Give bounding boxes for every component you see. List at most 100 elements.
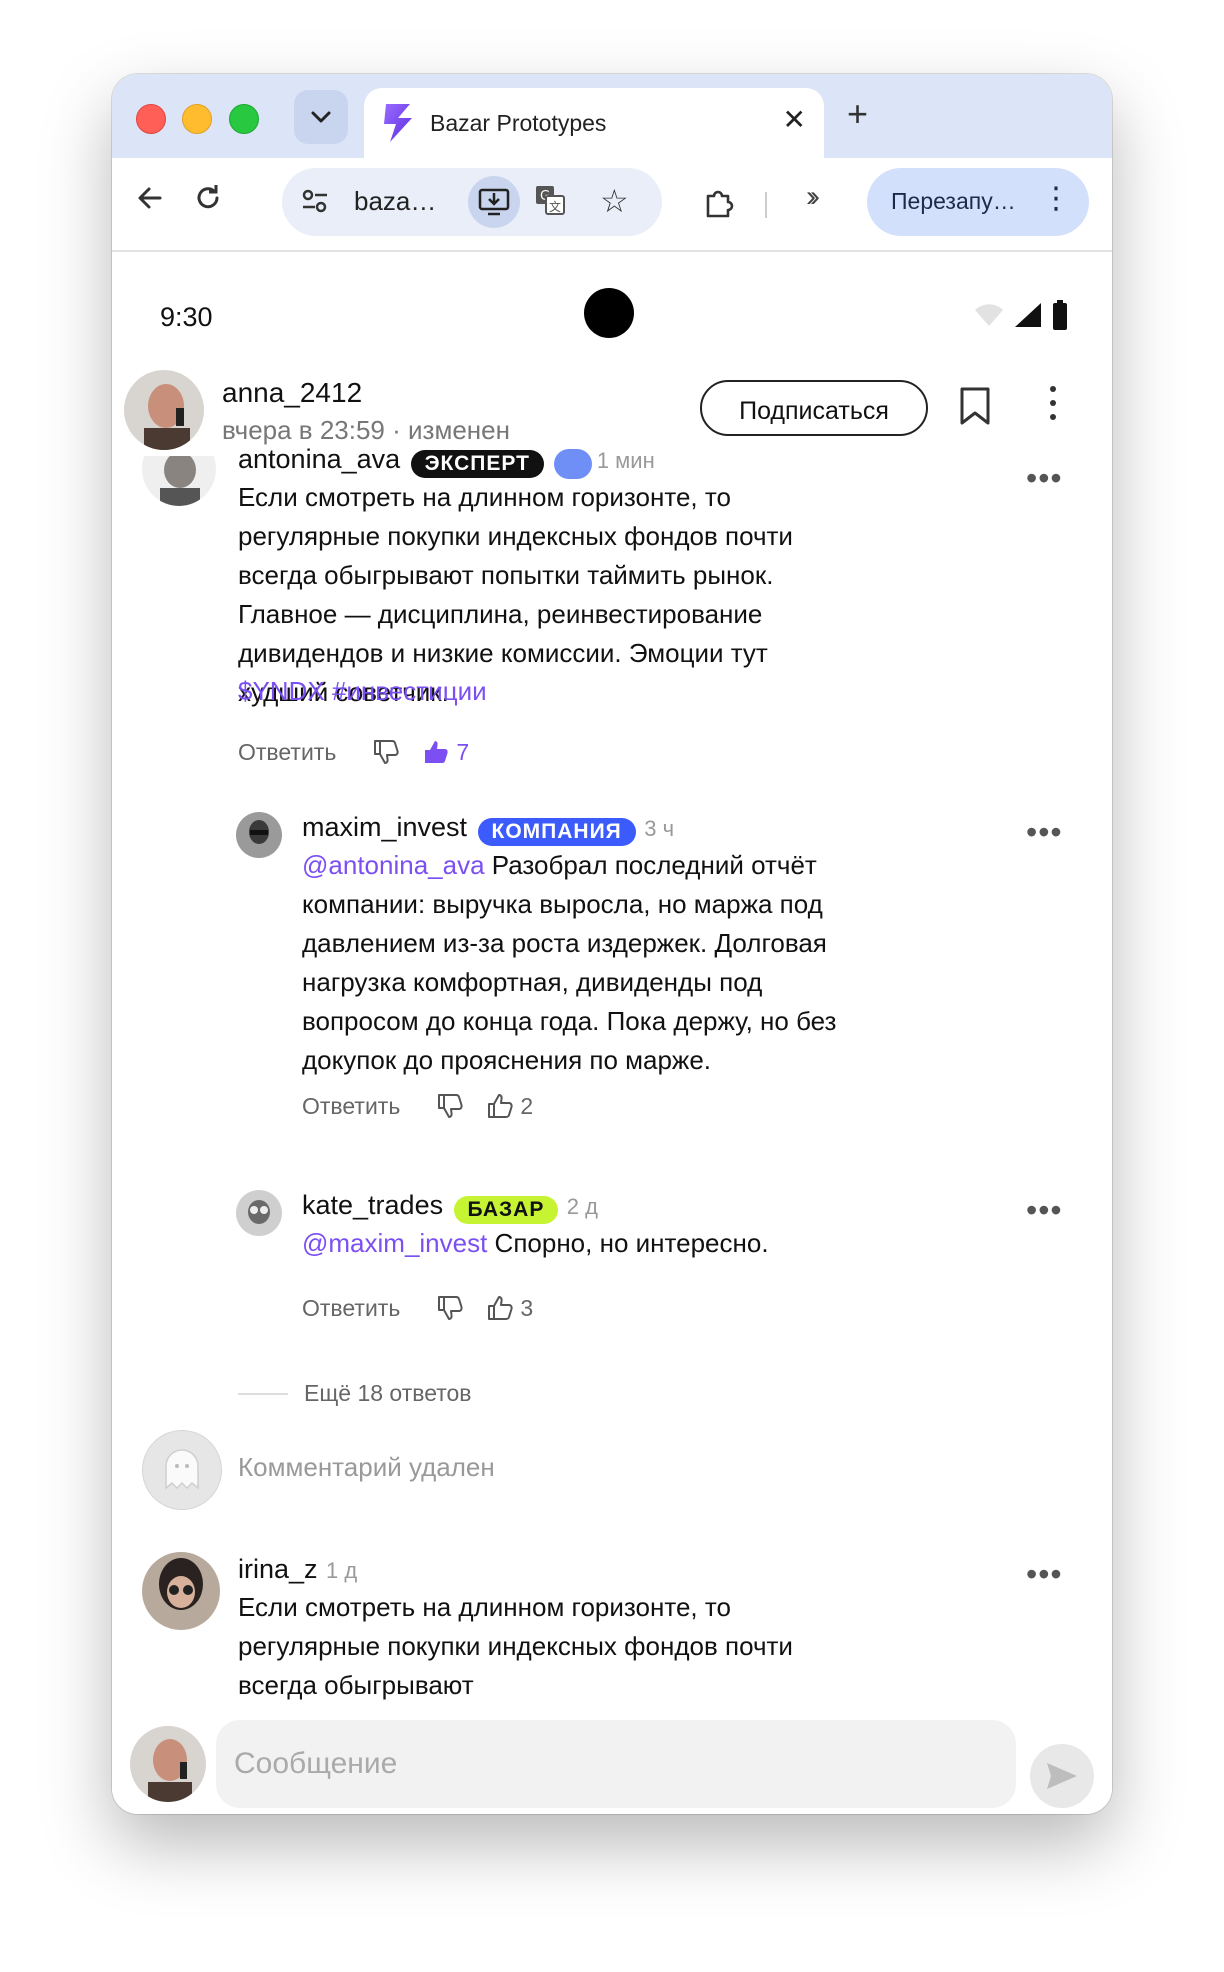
- post-more-icon[interactable]: [1050, 386, 1056, 420]
- bookmark-star-icon[interactable]: ☆: [600, 182, 629, 220]
- comment-more-icon[interactable]: •••: [1026, 1194, 1063, 1226]
- bookmark-icon[interactable]: [958, 386, 992, 426]
- page-content: 9:30 anna_2412 вчера в 23:59 · изменен П…: [112, 252, 1112, 1814]
- svg-text:文: 文: [549, 199, 561, 214]
- new-tab-button[interactable]: +: [847, 96, 868, 132]
- browser-toolbar: baza… G文 ☆ ›› Перезапу… ⋮: [112, 158, 1112, 252]
- comment-actions: Ответить 2: [302, 1092, 533, 1120]
- comment-header: irina_z 1 д: [238, 1554, 357, 1585]
- minimize-window-button[interactable]: [182, 104, 212, 134]
- reply-button[interactable]: Ответить: [302, 1295, 400, 1322]
- translate-icon[interactable]: G文: [534, 184, 566, 216]
- more-replies-link[interactable]: Ещё 18 ответов: [238, 1380, 472, 1407]
- expert-badge: ЭКСПЕРТ: [410, 449, 544, 478]
- comment-time: 3 ч: [644, 816, 675, 841]
- relaunch-label: Перезапу…: [891, 188, 1016, 214]
- close-tab-icon[interactable]: ✕: [783, 103, 806, 136]
- user-mention[interactable]: @antonina_ava: [302, 850, 485, 880]
- like-count: 2: [520, 1092, 534, 1119]
- comment-text: @maxim_invest Спорно, но интересно.: [302, 1228, 769, 1258]
- comment-actions: Ответить 7: [238, 738, 469, 766]
- chevron-down-icon: [311, 111, 331, 123]
- ghost-avatar-icon: [142, 1430, 222, 1510]
- comment-actions: Ответить 3: [302, 1294, 533, 1322]
- subscribe-button[interactable]: Подписаться: [700, 380, 928, 436]
- avatar[interactable]: [130, 1726, 206, 1802]
- thread-line: [238, 1392, 288, 1395]
- site-settings-icon[interactable]: [300, 186, 330, 216]
- comment-more-icon[interactable]: •••: [1026, 816, 1063, 848]
- comment-time: 1 д: [326, 1558, 358, 1583]
- comment-more-icon[interactable]: •••: [1026, 1558, 1063, 1590]
- status-icons: [974, 300, 1068, 330]
- post-author-name[interactable]: anna_2412: [222, 377, 362, 409]
- comment-reply-item: kate_trades БАЗАР 2 д ••• @maxim_invest …: [112, 1190, 1112, 1330]
- more-replies-label: Ещё 18 ответов: [304, 1380, 472, 1406]
- like-icon: [488, 1296, 513, 1320]
- comment-reply-item: maxim_invest КОМПАНИЯ 3 ч ••• @antonina_…: [112, 812, 1112, 1132]
- dislike-icon[interactable]: [436, 1092, 464, 1120]
- more-vertical-icon[interactable]: ⋮: [1041, 184, 1071, 214]
- like-button[interactable]: 3: [486, 1294, 533, 1322]
- comment-more-icon[interactable]: •••: [1026, 462, 1063, 494]
- tab-search-button[interactable]: [294, 90, 348, 144]
- browser-window: Bazar Prototypes ✕ + baza… G文 ☆ ›› Перез…: [112, 74, 1112, 1814]
- tab-bazar-prototypes[interactable]: Bazar Prototypes ✕: [364, 88, 824, 158]
- like-count: 7: [456, 738, 470, 765]
- reply-button[interactable]: Ответить: [302, 1093, 400, 1120]
- send-button[interactable]: [1030, 1744, 1094, 1808]
- cellular-signal-icon: [1015, 303, 1041, 327]
- status-time: 9:30: [160, 302, 213, 332]
- bazar-badge: БАЗАР: [453, 1195, 559, 1224]
- comment-item: irina_z 1 д ••• Если смотреть на длинном…: [112, 1552, 1112, 1712]
- avatar[interactable]: [236, 1190, 282, 1236]
- tab-title: Bazar Prototypes: [430, 110, 607, 136]
- deleted-comment: Комментарий удален: [112, 1430, 1112, 1510]
- like-filled-icon: [425, 741, 448, 763]
- send-icon: [1047, 1763, 1077, 1789]
- reload-icon[interactable]: [192, 182, 224, 222]
- like-button[interactable]: 2: [486, 1092, 533, 1120]
- extensions-puzzle-icon[interactable]: [702, 186, 736, 220]
- install-icon: [478, 188, 510, 216]
- dislike-icon[interactable]: [436, 1294, 464, 1322]
- comment-author[interactable]: irina_z: [238, 1554, 318, 1584]
- back-arrow-icon[interactable]: [134, 182, 166, 222]
- avatar[interactable]: [124, 370, 204, 450]
- relaunch-button[interactable]: Перезапу… ⋮: [867, 168, 1089, 236]
- comment-text: @antonina_ava Разобрал последний отчёт к…: [302, 850, 837, 1075]
- like-button[interactable]: 7: [422, 738, 469, 766]
- message-input[interactable]: Сообщение: [216, 1720, 1016, 1808]
- dislike-icon[interactable]: [372, 738, 400, 766]
- user-mention[interactable]: @maxim_invest: [302, 1228, 487, 1258]
- comment-item: antonina_ava ЭКСПЕРТ 1 мин ••• Если смот…: [112, 444, 1112, 786]
- camera-cutout: [584, 288, 634, 338]
- address-bar[interactable]: baza… G文 ☆: [282, 168, 662, 236]
- tab-strip: Bazar Prototypes ✕ +: [112, 74, 1112, 158]
- chart-badge-icon: [554, 448, 593, 479]
- comment-header: kate_trades БАЗАР 2 д: [302, 1190, 598, 1224]
- message-placeholder: Сообщение: [234, 1747, 398, 1780]
- hashtag[interactable]: #инвестиции: [332, 676, 487, 706]
- maximize-window-button[interactable]: [229, 104, 259, 134]
- comment-text: Если смотреть на длинном горизонте, то р…: [238, 1592, 793, 1700]
- comment-time: 2 д: [566, 1194, 598, 1219]
- install-app-button[interactable]: [468, 176, 520, 228]
- comment-author[interactable]: kate_trades: [302, 1190, 443, 1220]
- battery-icon: [1053, 300, 1067, 330]
- avatar[interactable]: [142, 1552, 220, 1630]
- comment-tags: $YNDX #инвестиции: [238, 676, 487, 707]
- reply-button[interactable]: Ответить: [238, 739, 336, 766]
- ticker-tag[interactable]: $YNDX: [238, 676, 325, 706]
- comment-header: maxim_invest КОМПАНИЯ 3 ч: [302, 812, 674, 846]
- comment-author[interactable]: antonina_ava: [238, 444, 400, 474]
- comment-author[interactable]: maxim_invest: [302, 812, 467, 842]
- wifi-icon: [975, 304, 1003, 326]
- close-window-button[interactable]: [136, 104, 166, 134]
- like-count: 3: [520, 1294, 534, 1321]
- chevron-double-right-icon[interactable]: ››: [806, 180, 820, 214]
- comment-time: 1 мин: [596, 448, 655, 473]
- url-text[interactable]: baza…: [354, 186, 436, 217]
- message-composer: Сообщение: [112, 1714, 1112, 1814]
- avatar[interactable]: [236, 812, 282, 858]
